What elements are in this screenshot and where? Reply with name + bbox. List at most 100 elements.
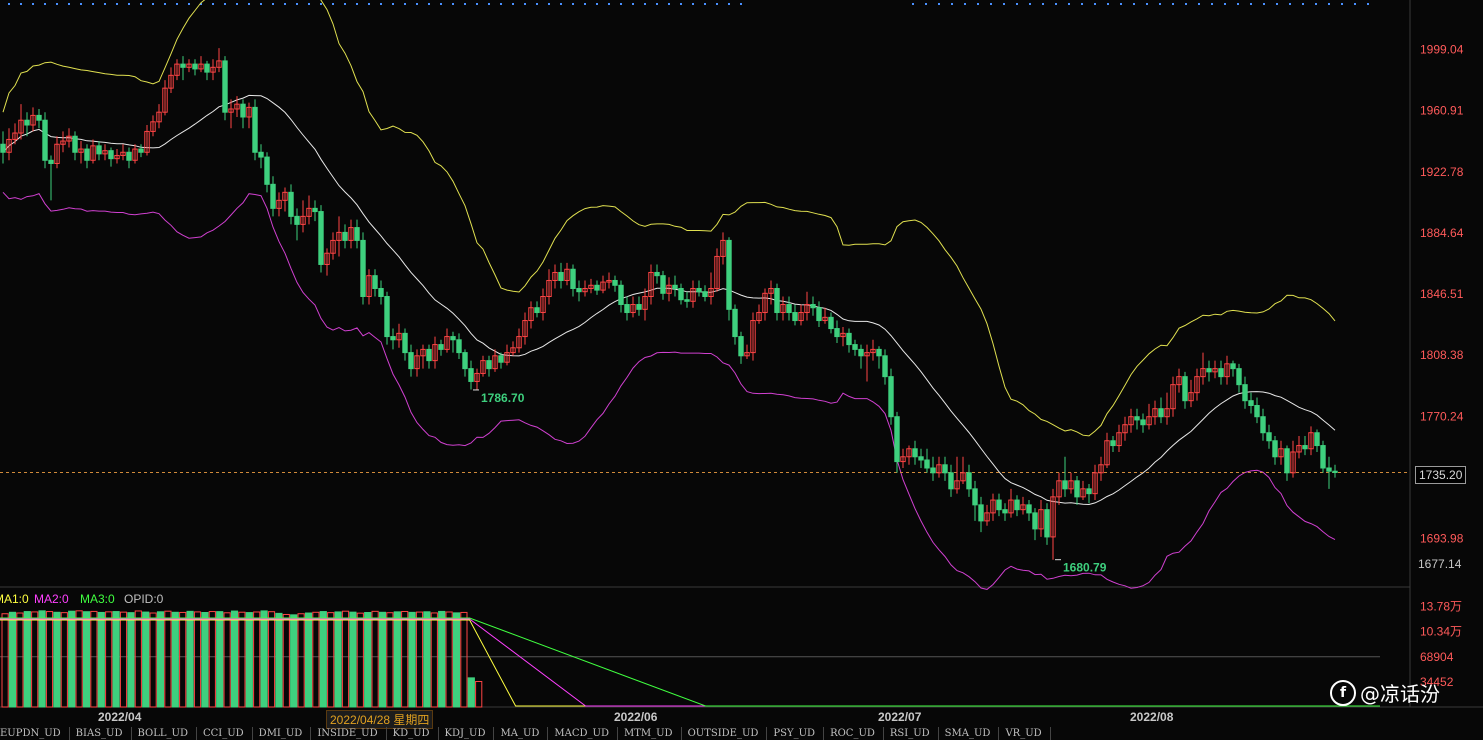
candle-body xyxy=(318,211,324,265)
top-marker xyxy=(1263,3,1265,5)
candle-body xyxy=(978,504,984,522)
top-marker xyxy=(620,3,622,5)
candle-body xyxy=(252,106,258,153)
lowest-price-tag: 1677.14 xyxy=(1418,557,1462,571)
tab-mtm[interactable]: MTM_UD xyxy=(618,727,682,740)
tab-rsi[interactable]: RSI_UD xyxy=(884,727,939,740)
candle-body xyxy=(570,268,576,289)
volume-bar xyxy=(245,612,253,708)
top-marker xyxy=(1185,3,1187,5)
tab-sma[interactable]: SMA_UD xyxy=(939,727,1000,740)
volume-bar xyxy=(364,612,372,708)
tab-outside[interactable]: OUTSIDE_UD xyxy=(682,727,768,740)
top-marker xyxy=(512,3,514,5)
top-marker xyxy=(1081,3,1083,5)
tab-macd[interactable]: MACD_UD xyxy=(548,727,618,740)
boll-lower-line xyxy=(2,191,1336,590)
candle-body xyxy=(1182,376,1188,402)
volume-bar xyxy=(408,611,416,708)
candle-body xyxy=(450,336,456,341)
top-marker xyxy=(1237,3,1239,5)
candle-body xyxy=(654,271,660,277)
top-marker xyxy=(1133,3,1135,5)
candle-body xyxy=(924,459,930,469)
volume-bar xyxy=(430,612,438,708)
tab-boll[interactable]: BOLL_UD xyxy=(132,727,197,740)
volume-bar xyxy=(386,612,394,708)
top-marker xyxy=(668,3,670,5)
volume-bar xyxy=(186,610,194,708)
top-marker xyxy=(320,3,322,5)
volume-bar xyxy=(82,611,91,708)
candle-body xyxy=(1266,432,1272,442)
candle-body xyxy=(426,348,432,362)
volume-bar xyxy=(327,612,335,708)
top-marker xyxy=(1042,3,1044,5)
candle-body xyxy=(438,344,444,350)
candle-body xyxy=(894,416,900,463)
top-marker xyxy=(560,3,562,5)
volume-bar xyxy=(356,612,364,708)
candle-body xyxy=(792,312,798,322)
candle-body xyxy=(270,183,276,209)
tab-inside[interactable]: INSIDE_UD xyxy=(311,727,387,740)
volume-bar xyxy=(208,611,216,708)
top-marker xyxy=(128,3,130,5)
tab-eupdn[interactable]: EUPDN_UD xyxy=(0,727,70,740)
candle-body xyxy=(1140,419,1146,426)
volume-bar xyxy=(349,611,357,708)
top-marker xyxy=(296,3,298,5)
top-marker xyxy=(740,3,742,5)
top-marker xyxy=(272,3,274,5)
candle-body xyxy=(786,304,792,314)
volume-bar xyxy=(38,610,46,708)
top-marker xyxy=(380,3,382,5)
candle-body xyxy=(1326,467,1332,472)
candle-body xyxy=(1074,480,1080,498)
social-logo-icon: f xyxy=(1330,679,1356,706)
top-marker xyxy=(1120,3,1122,5)
top-marker xyxy=(332,3,334,5)
candle-body xyxy=(1086,488,1092,495)
top-marker xyxy=(1211,3,1213,5)
tab-bias[interactable]: BIAS_UD xyxy=(70,727,132,740)
top-marker xyxy=(728,3,730,5)
candle-body xyxy=(1320,445,1326,469)
candle-body xyxy=(1302,445,1308,450)
top-marker xyxy=(248,3,250,5)
volume-bar xyxy=(378,611,387,708)
top-marker xyxy=(964,3,966,5)
volume-bar xyxy=(230,610,239,708)
volume-bar xyxy=(445,611,453,708)
y-tick-label: 1846.51 xyxy=(1420,287,1464,301)
top-marker xyxy=(140,3,142,5)
volume-bar xyxy=(171,611,179,708)
volume-bar xyxy=(68,610,76,708)
tab-kd[interactable]: KD_UD xyxy=(387,727,439,740)
top-marker xyxy=(440,3,442,5)
tab-roc[interactable]: ROC_UD xyxy=(824,727,884,740)
candle-body xyxy=(738,336,744,357)
tab-vr[interactable]: VR_UD xyxy=(999,727,1051,740)
y-tick-label: 1999.04 xyxy=(1420,43,1464,57)
candle-body xyxy=(222,60,228,113)
candle-body xyxy=(0,143,6,153)
tab-dmi[interactable]: DMI_UD xyxy=(253,727,312,740)
tab-kdj[interactable]: KDJ_UD xyxy=(439,727,495,740)
volume-bar xyxy=(460,611,468,708)
volume-bar xyxy=(1,613,9,708)
candle-body xyxy=(678,287,684,301)
top-marker xyxy=(572,3,574,5)
top-marker xyxy=(925,3,927,5)
candle-body xyxy=(966,472,972,490)
volume-bar xyxy=(53,611,61,708)
candle-body xyxy=(192,63,198,70)
candle-body xyxy=(534,307,540,314)
candle-body xyxy=(402,332,408,354)
volume-bar xyxy=(260,610,268,708)
chart-canvas[interactable]: 1999.04 1960.91 1922.78 1884.64 1846.51 1808.… xyxy=(0,0,1483,740)
tab-psy[interactable]: PSY_UD xyxy=(767,727,825,740)
tab-cci[interactable]: CCI_UD xyxy=(197,727,253,740)
tab-ma[interactable]: MA_UD xyxy=(494,727,549,740)
candle-body xyxy=(240,103,246,118)
